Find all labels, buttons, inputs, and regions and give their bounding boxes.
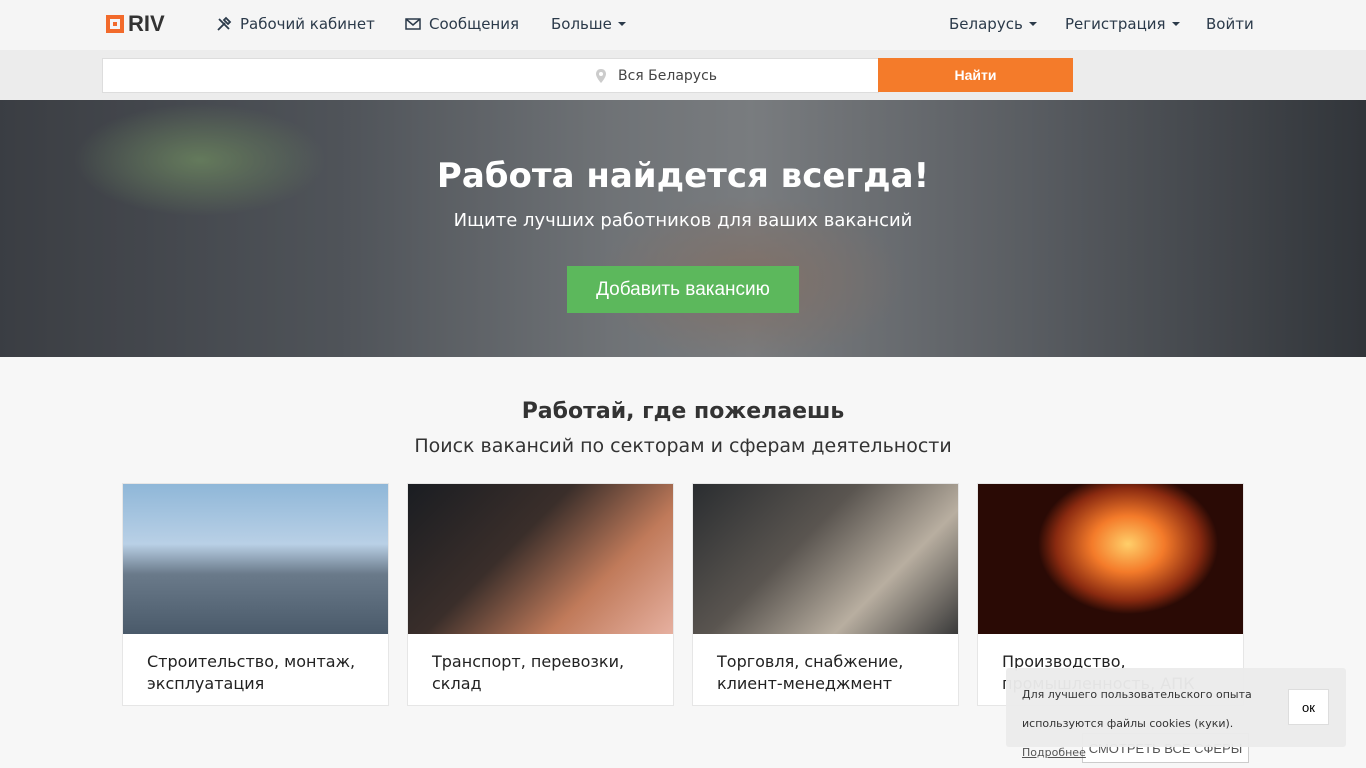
cookie-message: Для лучшего пользовательского опыта испо… — [1022, 688, 1252, 730]
location-value: Вся Беларусь — [618, 67, 718, 84]
sector-label: Транспорт, перевозки, склад — [432, 652, 625, 693]
search-button[interactable]: Найти — [878, 58, 1073, 92]
cookie-more-link[interactable]: Подробнее — [1022, 746, 1086, 759]
location-field[interactable]: Вся Беларусь — [586, 58, 879, 93]
section-subtitle: Поиск вакансий по секторам и сферам деят… — [414, 435, 952, 457]
add-vacancy-button[interactable]: Добавить вакансию — [567, 266, 799, 313]
nav-login-label: Войти — [1206, 15, 1254, 33]
nav-cabinet-label: Рабочий кабинет — [240, 15, 375, 33]
sector-card-trade[interactable]: Торговля, снабжение, клиент-менеджмент — [692, 483, 959, 706]
nav-cabinet[interactable]: Рабочий кабинет — [216, 15, 375, 33]
search-bar: Вся Беларусь Найти — [0, 50, 1366, 100]
nav-register-dropdown[interactable]: Регистрация — [1065, 15, 1180, 33]
nav-register-label: Регистрация — [1065, 15, 1166, 33]
sector-card-construction[interactable]: Строительство, монтаж, эксплуатация — [122, 483, 389, 706]
sector-image — [123, 484, 388, 634]
envelope-icon — [405, 16, 421, 32]
sector-label: Торговля, снабжение, клиент-менеджмент — [717, 652, 904, 693]
top-navbar: RIV Рабочий кабинет Сообщения Больше Бел… — [0, 0, 1366, 50]
sector-label: Строительство, монтаж, эксплуатация — [147, 652, 356, 693]
caret-down-icon — [1171, 22, 1180, 26]
hero-title: Работа найдется всегда! — [436, 156, 930, 196]
nav-messages-label: Сообщения — [429, 15, 520, 33]
search-input[interactable] — [102, 58, 587, 93]
hero-subtitle: Ищите лучших работников для ваших ваканс… — [453, 210, 913, 231]
nav-more-dropdown[interactable]: Больше — [551, 15, 626, 33]
cookie-ok-button[interactable]: ок — [1288, 689, 1329, 725]
cookie-notice: Для лучшего пользовательского опыта испо… — [1006, 668, 1346, 759]
sector-image — [693, 484, 958, 634]
nav-more-label: Больше — [551, 15, 612, 33]
hero-banner: Работа найдется всегда! Ищите лучших раб… — [0, 100, 1366, 357]
caret-down-icon — [617, 22, 626, 26]
logo-icon — [106, 15, 124, 33]
sector-card-transport[interactable]: Транспорт, перевозки, склад — [407, 483, 674, 706]
sector-image — [408, 484, 673, 634]
map-pin-icon — [594, 68, 610, 84]
site-logo[interactable]: RIV — [106, 11, 165, 36]
nav-messages[interactable]: Сообщения — [405, 15, 519, 33]
tools-icon — [216, 16, 232, 32]
section-title: Работай, где пожелаешь — [521, 399, 845, 424]
nav-country-dropdown[interactable]: Беларусь — [949, 15, 1037, 33]
sector-image — [978, 484, 1243, 634]
cookie-text-block: Для лучшего пользовательского опыта испо… — [1022, 680, 1282, 767]
nav-country-label: Беларусь — [949, 15, 1023, 33]
nav-login-link[interactable]: Войти — [1206, 15, 1254, 33]
caret-down-icon — [1028, 22, 1037, 26]
logo-text: RIV — [128, 11, 165, 36]
